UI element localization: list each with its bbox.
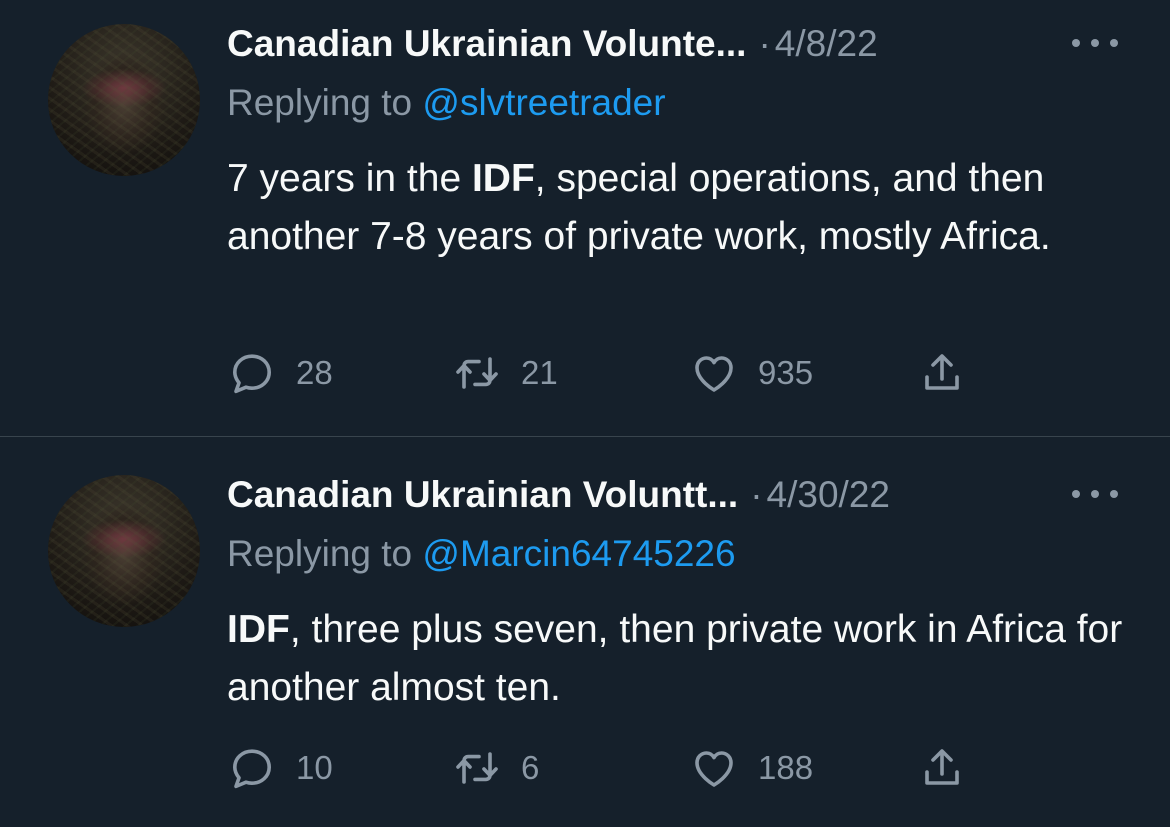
author-name[interactable]: Canadian Ukrainian Volunte... bbox=[227, 23, 746, 65]
like-button[interactable]: 935 bbox=[690, 348, 813, 398]
like-count: 188 bbox=[758, 749, 814, 786]
tweet-text-part: 7 years in the bbox=[227, 157, 472, 200]
reply-icon bbox=[233, 749, 271, 789]
tweet-actions: 10 6 188 bbox=[0, 743, 1170, 793]
tweet-date[interactable]: 4/30/22 bbox=[767, 474, 890, 516]
tweet-date[interactable]: 4/8/22 bbox=[775, 23, 878, 65]
tweet-text-bold: IDF bbox=[227, 608, 290, 651]
replying-prefix: Replying to bbox=[227, 82, 413, 123]
separator-dot: · bbox=[750, 474, 763, 515]
tweet-text: 7 years in the IDF, special operations, … bbox=[227, 150, 1127, 266]
avatar[interactable] bbox=[48, 475, 200, 627]
share-icon bbox=[925, 749, 959, 785]
author-name[interactable]: Canadian Ukrainian Voluntt... bbox=[227, 474, 738, 516]
tweet-text: IDF, three plus seven, then private work… bbox=[227, 601, 1127, 717]
reply-button[interactable]: 10 bbox=[228, 743, 333, 793]
tweet-header: Canadian Ukrainian Volunte... · 4/8/22 bbox=[227, 22, 878, 66]
replying-prefix: Replying to bbox=[227, 533, 413, 574]
reply-icon bbox=[233, 354, 271, 394]
replying-handle-link[interactable]: @slvtreetrader bbox=[422, 82, 665, 123]
tweet-header: Canadian Ukrainian Voluntt... · 4/30/22 bbox=[227, 473, 890, 517]
replying-handle-link[interactable]: @Marcin64745226 bbox=[422, 533, 735, 574]
reply-button[interactable]: 28 bbox=[228, 348, 333, 398]
avatar[interactable] bbox=[48, 24, 200, 176]
tweet-text-bold: IDF bbox=[471, 157, 535, 200]
retweet-button[interactable]: 21 bbox=[453, 348, 558, 398]
more-icon[interactable] bbox=[1072, 33, 1118, 53]
heart-icon bbox=[695, 356, 733, 392]
retweet-button[interactable]: 6 bbox=[453, 743, 539, 793]
replying-to: Replying to @Marcin64745226 bbox=[227, 533, 736, 575]
replying-to: Replying to @slvtreetrader bbox=[227, 82, 666, 124]
tweet[interactable]: Canadian Ukrainian Voluntt... · 4/30/22 … bbox=[0, 438, 1170, 827]
tweet[interactable]: Canadian Ukrainian Volunte... · 4/8/22 R… bbox=[0, 0, 1170, 437]
tweet-actions: 28 21 935 bbox=[0, 348, 1170, 398]
share-icon bbox=[925, 354, 959, 390]
reply-count: 10 bbox=[296, 749, 333, 786]
share-button[interactable] bbox=[918, 743, 966, 793]
like-count: 935 bbox=[758, 354, 814, 391]
tweet-text-part: , three plus seven, then private work in… bbox=[227, 608, 1123, 709]
heart-icon bbox=[695, 751, 733, 787]
more-icon[interactable] bbox=[1072, 484, 1118, 504]
retweet-icon bbox=[456, 357, 498, 389]
retweet-count: 6 bbox=[521, 749, 540, 786]
retweet-icon bbox=[456, 752, 498, 784]
share-button[interactable] bbox=[918, 348, 966, 398]
like-button[interactable]: 188 bbox=[690, 743, 813, 793]
separator-dot: · bbox=[758, 23, 771, 64]
reply-count: 28 bbox=[296, 354, 333, 391]
retweet-count: 21 bbox=[521, 354, 558, 391]
